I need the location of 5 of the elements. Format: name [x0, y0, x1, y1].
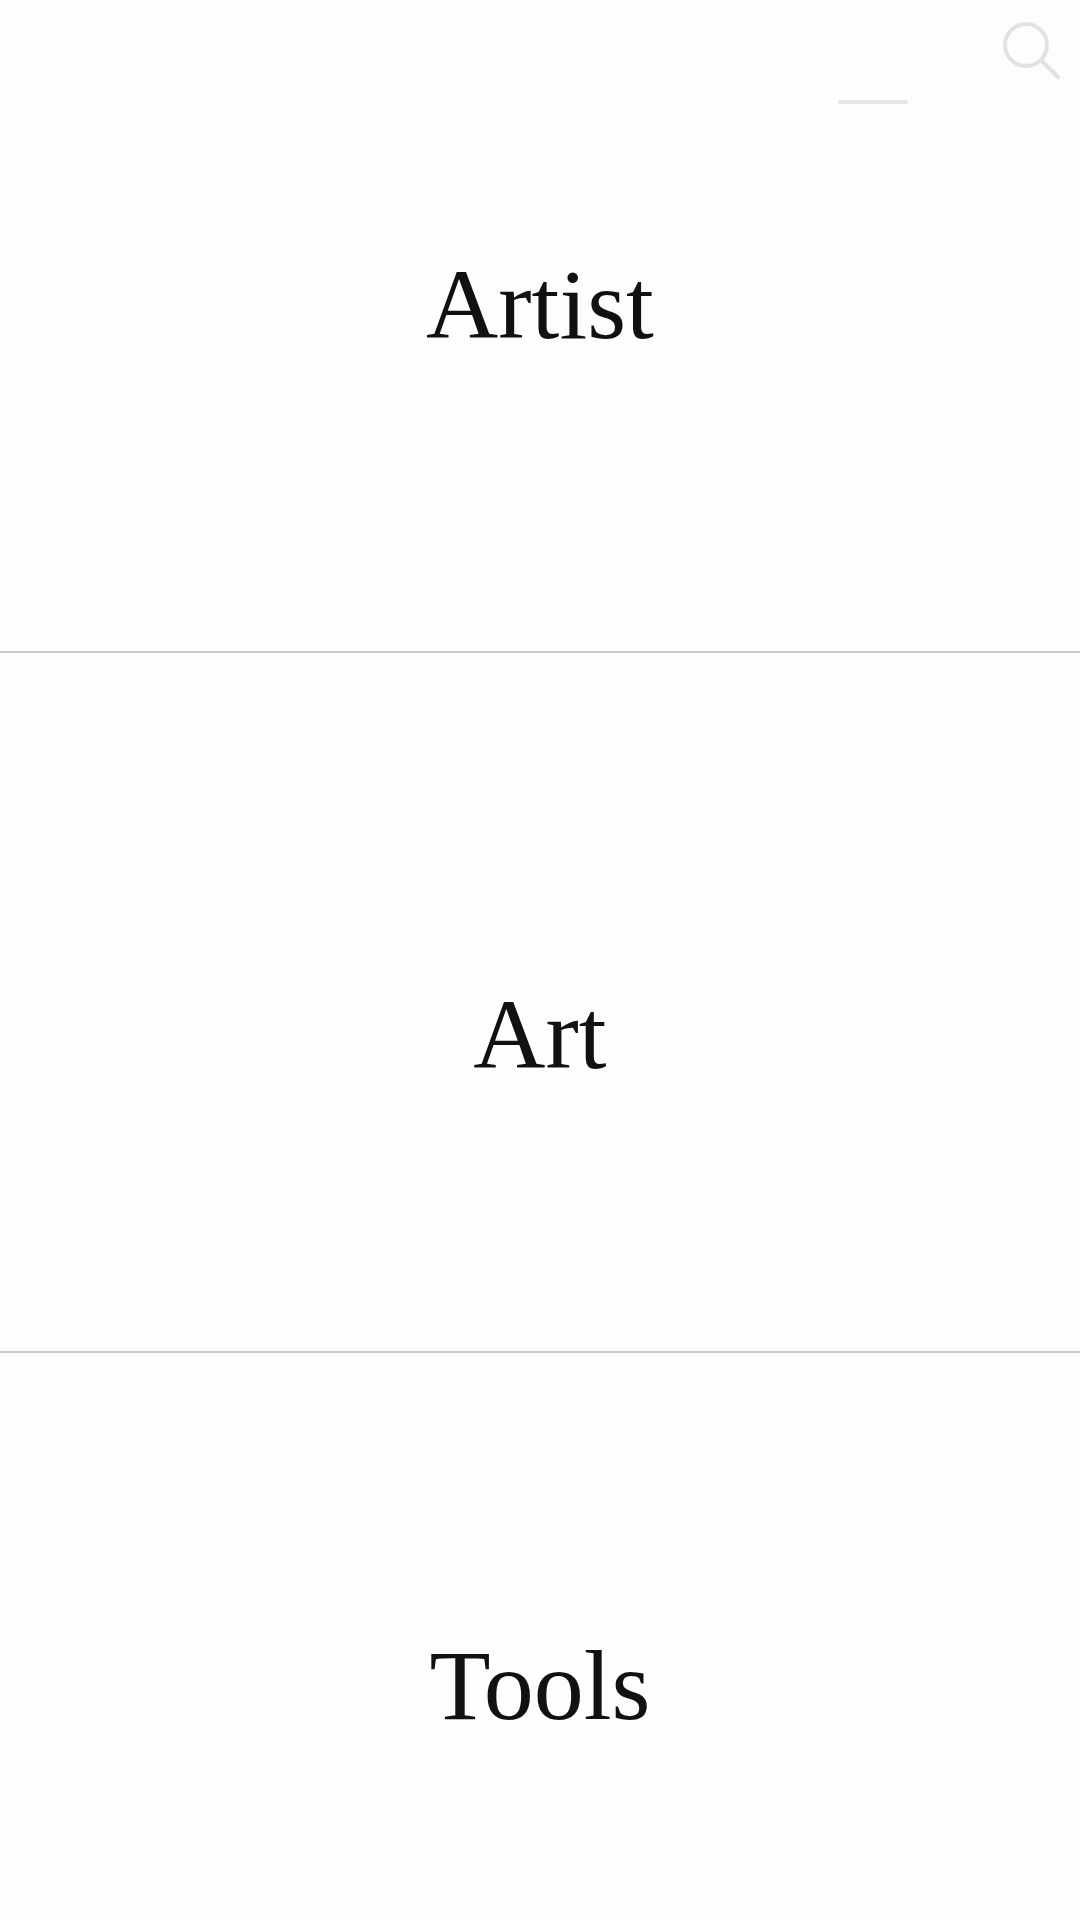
category-link[interactable]: Art	[473, 985, 607, 1085]
category-link[interactable]: Tools	[429, 1636, 651, 1736]
search-button[interactable]	[1000, 20, 1062, 80]
search-icon	[1000, 20, 1062, 80]
category-link[interactable]: Artist	[426, 255, 654, 355]
